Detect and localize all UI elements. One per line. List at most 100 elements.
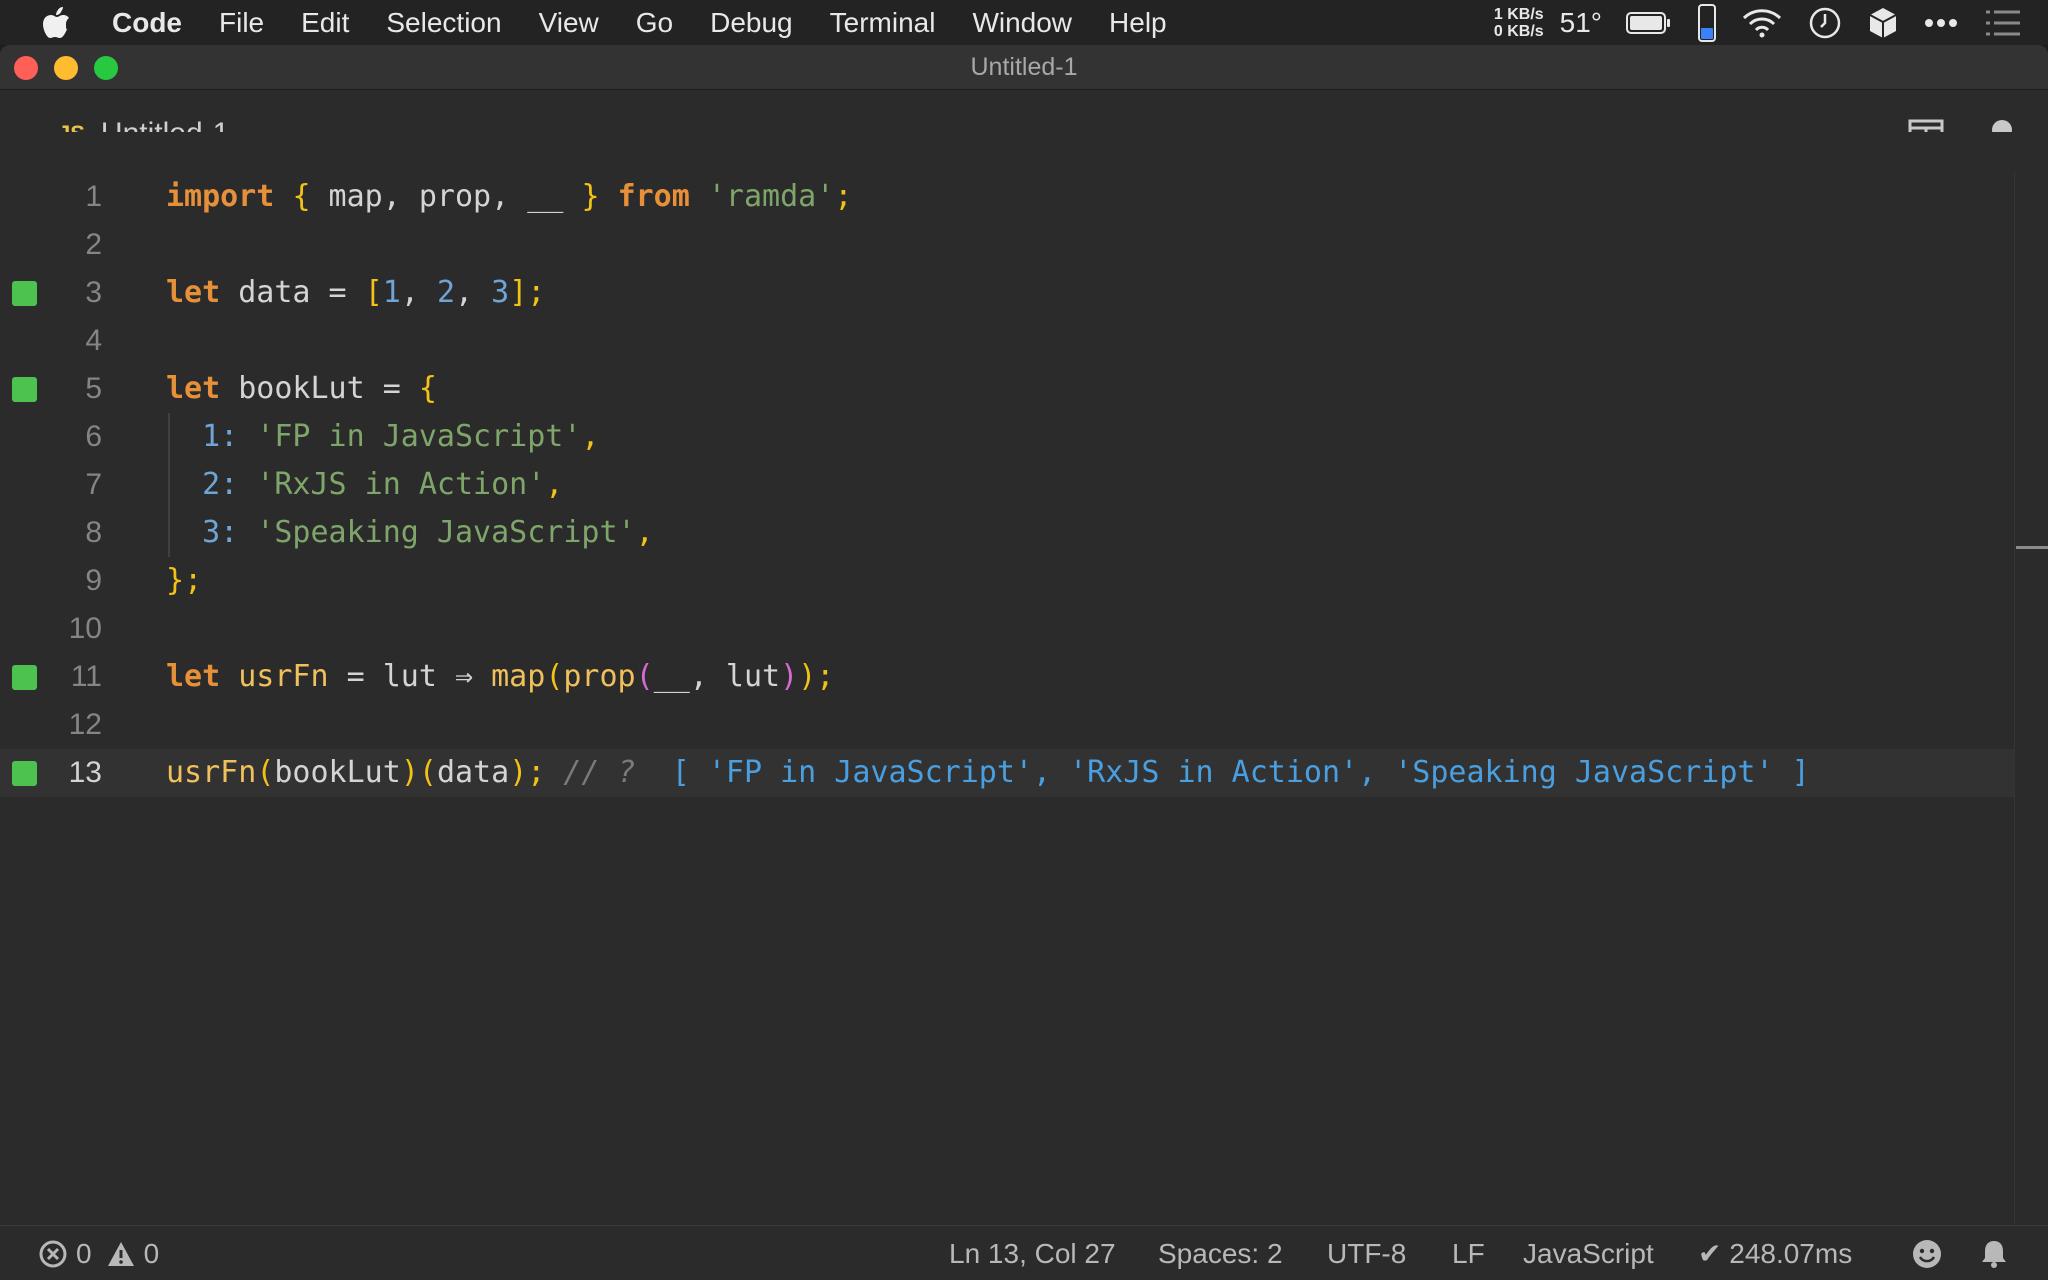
minimize-window-button[interactable] xyxy=(54,56,78,80)
bracket: [ xyxy=(364,275,383,310)
code-line-5[interactable]: 5 let bookLut = { xyxy=(0,365,2014,413)
string: 'Speaking JavaScript' xyxy=(256,515,636,550)
coverage-marker xyxy=(12,665,37,690)
phone-icon[interactable] xyxy=(1698,3,1716,42)
object-key: 2: xyxy=(202,467,239,502)
line-number: 1 xyxy=(85,180,102,213)
object-key: 3: xyxy=(202,515,239,550)
paren: ( xyxy=(418,755,437,790)
bracket: } xyxy=(581,179,600,214)
code-text: let bookLut = { xyxy=(166,365,437,413)
paren: ( xyxy=(635,659,654,694)
identifier: bookLut = xyxy=(220,371,419,406)
code-line-4[interactable]: 4 xyxy=(0,317,2014,365)
code-line-10[interactable]: 10 xyxy=(0,605,2014,653)
menu-file[interactable]: File xyxy=(219,7,264,39)
apple-icon[interactable] xyxy=(36,0,78,45)
number: 1 xyxy=(382,275,401,310)
function-call: prop xyxy=(563,659,636,694)
list-icon[interactable] xyxy=(1984,9,2022,37)
code-line-13[interactable]: 13 usrFn(bookLut)(data); // ? [ 'FP in J… xyxy=(0,749,2014,797)
paren: ) xyxy=(798,659,817,694)
code-text: 3: 'Speaking JavaScript', xyxy=(166,509,654,557)
language-mode[interactable]: JavaScript xyxy=(1523,1226,1654,1280)
function-call: usrFn xyxy=(166,755,257,790)
comma: , xyxy=(545,467,564,502)
paren: ) xyxy=(780,659,799,694)
notifications-bell-icon[interactable] xyxy=(1980,1226,2008,1280)
feedback-smiley-icon[interactable] xyxy=(1912,1226,1942,1280)
line-ending[interactable]: LF xyxy=(1452,1226,1485,1280)
quokka-comment: // ? xyxy=(545,755,654,790)
punctuation: , xyxy=(400,275,437,310)
network-speed[interactable]: 1 KB/s 0 KB/s xyxy=(1494,6,1544,40)
menu-go[interactable]: Go xyxy=(636,7,673,39)
semicolon: ; xyxy=(527,755,546,790)
code-text: 2: 'RxJS in Action', xyxy=(166,461,563,509)
semicolon: ; xyxy=(834,179,853,214)
keyword: let xyxy=(166,275,221,310)
code-line-8[interactable]: 8 3: 'Speaking JavaScript', xyxy=(0,509,2014,557)
code-line-11[interactable]: 11 let usrFn = lut ⇒ map(prop(__, lut)); xyxy=(0,653,2014,701)
code-line-1[interactable]: 1 import { map, prop, __ } from 'ramda'; xyxy=(0,173,2014,221)
keyword: import xyxy=(166,179,275,214)
error-count: 0 xyxy=(76,1237,92,1269)
maximize-window-button[interactable] xyxy=(94,56,118,80)
line-number: 4 xyxy=(85,324,102,357)
menu-window[interactable]: Window xyxy=(972,7,1072,39)
indentation-setting[interactable]: Spaces: 2 xyxy=(1158,1226,1283,1280)
problems-indicator[interactable]: 0 0 xyxy=(38,1226,173,1280)
quokka-timing[interactable]: ✔ 248.07ms xyxy=(1698,1226,1852,1280)
function-name: usrFn xyxy=(238,659,329,694)
string: 'FP in JavaScript' xyxy=(256,419,582,454)
code-editor[interactable]: 1 import { map, prop, __ } from 'ramda';… xyxy=(0,132,2048,1224)
cursor-position[interactable]: Ln 13, Col 27 xyxy=(949,1226,1116,1280)
more-icon[interactable] xyxy=(1924,18,1958,28)
coverage-marker xyxy=(12,281,37,306)
menu-view[interactable]: View xyxy=(539,7,599,39)
string: 'RxJS in Action' xyxy=(256,467,546,502)
menu-edit[interactable]: Edit xyxy=(301,7,349,39)
code-line-7[interactable]: 7 2: 'RxJS in Action', xyxy=(0,461,2014,509)
code-line-9[interactable]: 9 }; xyxy=(0,557,2014,605)
net-download: 0 KB/s xyxy=(1493,22,1544,40)
argument: bookLut xyxy=(274,755,401,790)
file-encoding[interactable]: UTF-8 xyxy=(1327,1226,1406,1280)
wifi-icon[interactable] xyxy=(1742,8,1782,38)
coverage-marker xyxy=(12,761,37,786)
keyword: from xyxy=(617,179,690,214)
warning-icon xyxy=(106,1240,136,1268)
status-bar: 0 0 Ln 13, Col 27 Spaces: 2 UTF-8 LF Jav… xyxy=(0,1225,2048,1280)
paren: ( xyxy=(256,755,275,790)
semicolon: ; xyxy=(527,275,546,310)
menu-bar-tray: 1 KB/s 0 KB/s 51° xyxy=(1494,0,2048,45)
code-line-2[interactable]: 2 xyxy=(0,221,2014,269)
box-icon[interactable] xyxy=(1868,6,1898,40)
argument: data xyxy=(436,755,510,790)
temperature[interactable]: 51° xyxy=(1560,7,1602,39)
code-line-12[interactable]: 12 xyxy=(0,701,2014,749)
menu-app-code[interactable]: Code xyxy=(112,7,182,39)
battery-icon[interactable] xyxy=(1626,11,1672,35)
number: 3 xyxy=(491,275,510,310)
menu-help[interactable]: Help xyxy=(1109,7,1167,39)
comma: , xyxy=(581,419,600,454)
close-window-button[interactable] xyxy=(14,56,38,80)
paren: ( xyxy=(545,659,564,694)
line-number: 10 xyxy=(68,612,102,645)
vertical-scrollbar[interactable] xyxy=(2014,172,2048,1224)
code-text: let data = [1, 2, 3]; xyxy=(166,269,545,317)
scrollbar-cursor-marker xyxy=(2016,546,2048,549)
warning-count: 0 xyxy=(143,1237,160,1269)
clock-icon[interactable] xyxy=(1808,6,1842,40)
line-number: 9 xyxy=(85,564,102,597)
menu-debug[interactable]: Debug xyxy=(710,7,793,39)
menu-selection[interactable]: Selection xyxy=(386,7,501,39)
identifier: data = xyxy=(220,275,365,310)
menu-terminal[interactable]: Terminal xyxy=(830,7,936,39)
inline-result: [ 'FP in JavaScript', 'RxJS in Action', … xyxy=(653,755,1810,790)
code-line-3[interactable]: 3 let data = [1, 2, 3]; xyxy=(0,269,2014,317)
semicolon: ; xyxy=(184,563,203,598)
line-number: 13 xyxy=(68,756,102,789)
code-line-6[interactable]: 6 1: 'FP in JavaScript', xyxy=(0,413,2014,461)
